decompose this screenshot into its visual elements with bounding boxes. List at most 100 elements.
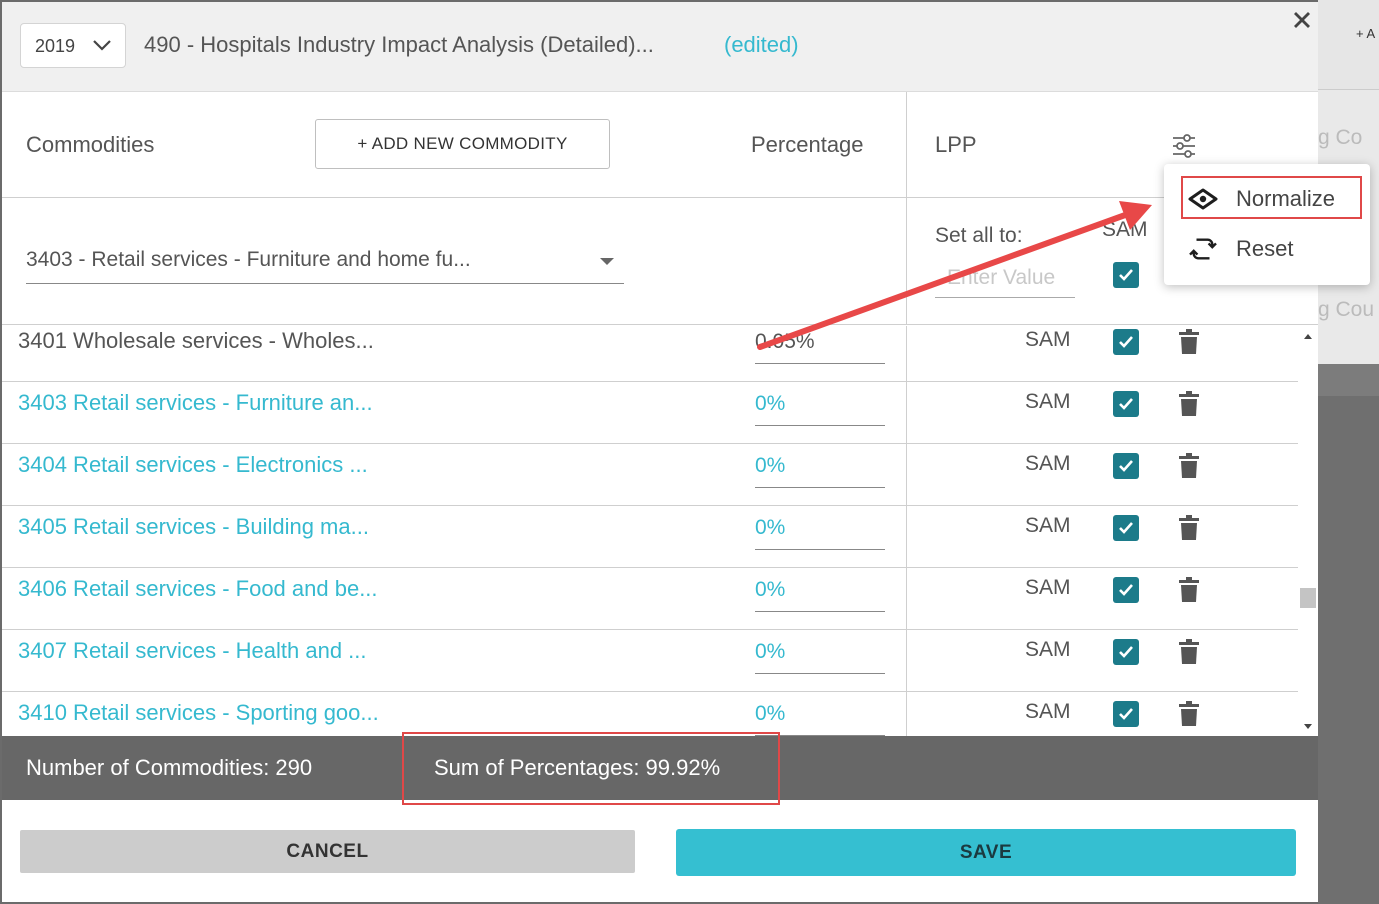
commodity-name[interactable]: 3406 Retail services - Food and be...	[18, 576, 378, 602]
background-add-button: + A	[1356, 26, 1376, 41]
percentage-input[interactable]: 0%	[755, 574, 885, 612]
edited-indicator: (edited)	[724, 32, 799, 57]
background-app: + A g Co g Cou	[1318, 0, 1379, 904]
summary-bar: Number of Commodities: 290 Sum of Percen…	[2, 736, 1318, 800]
filter-sliders-icon[interactable]	[1170, 132, 1198, 160]
menu-item-normalize[interactable]: Normalize	[1164, 174, 1370, 224]
lpp-checkbox[interactable]	[1113, 515, 1139, 541]
column-lpp: LPP	[935, 132, 977, 157]
modal-header: 2019 490 - Hospitals Industry Impact Ana…	[2, 2, 1318, 92]
lpp-value: SAM	[1025, 576, 1071, 599]
trash-icon[interactable]	[1178, 391, 1200, 417]
column-divider	[906, 326, 907, 382]
commodity-count: Number of Commodities: 290	[26, 755, 313, 780]
column-header-row: Commodities + ADD NEW COMMODITY Percenta…	[2, 92, 1318, 198]
caret-down-icon	[600, 258, 614, 265]
background-strip	[1318, 364, 1379, 396]
lpp-checkbox[interactable]	[1113, 329, 1139, 355]
lpp-checkbox[interactable]	[1113, 639, 1139, 665]
commodity-name[interactable]: 3401 Wholesale services - Wholes...	[18, 328, 374, 354]
commodity-name[interactable]: 3403 Retail services - Furniture an...	[18, 390, 373, 416]
commodity-name[interactable]: 3404 Retail services - Electronics ...	[18, 452, 368, 478]
column-percentage: Percentage	[751, 132, 864, 157]
column-commodities: Commodities	[26, 132, 155, 157]
menu-item-reset[interactable]: Reset	[1164, 224, 1370, 274]
commodity-table: 3401 Wholesale services - Wholes... 0.05…	[2, 326, 1298, 736]
modal-title: 490 - Hospitals Industry Impact Analysis…	[144, 32, 654, 57]
commodity-name[interactable]: 3407 Retail services - Health and ...	[18, 638, 367, 664]
lpp-checkbox[interactable]	[1113, 577, 1139, 603]
lpp-options-menu: Normalize Reset	[1164, 164, 1370, 285]
checkbox-checked-icon	[1119, 398, 1133, 410]
sam-select-all-checkbox[interactable]	[1113, 262, 1139, 288]
percentage-input[interactable]: 0%	[755, 388, 885, 426]
lpp-value: SAM	[1025, 700, 1071, 723]
trash-icon[interactable]	[1178, 515, 1200, 541]
set-all-input[interactable]	[935, 258, 1075, 298]
percentage-input[interactable]: 0%	[755, 512, 885, 550]
year-value: 2019	[35, 36, 76, 56]
lpp-value: SAM	[1025, 328, 1071, 351]
year-select[interactable]: 2019	[20, 23, 126, 68]
commodity-name[interactable]: 3410 Retail services - Sporting goo...	[18, 700, 379, 726]
commodity-name[interactable]: 3405 Retail services - Building ma...	[18, 514, 369, 540]
table-row: 3405 Retail services - Building ma... 0%…	[2, 506, 1298, 568]
table-row: 3401 Wholesale services - Wholes... 0.05…	[2, 326, 1298, 382]
column-divider	[906, 506, 907, 568]
column-divider	[906, 630, 907, 692]
percentage-input[interactable]: 0%	[755, 636, 885, 674]
trash-icon[interactable]	[1178, 639, 1200, 665]
lpp-checkbox[interactable]	[1113, 453, 1139, 479]
modal-footer: CANCEL SAVE	[2, 800, 1318, 902]
background-text: g Cou	[1318, 298, 1375, 321]
lpp-value: SAM	[1025, 390, 1071, 413]
column-divider	[906, 444, 907, 506]
table-scrollbar[interactable]	[1298, 326, 1318, 736]
checkbox-checked-icon	[1119, 708, 1133, 720]
lpp-value: SAM	[1025, 514, 1071, 537]
background-toolbar: + A	[1318, 0, 1379, 90]
trash-icon[interactable]	[1178, 701, 1200, 727]
column-divider	[906, 382, 907, 444]
scroll-up-arrow-icon[interactable]	[1304, 334, 1312, 339]
trash-icon[interactable]	[1178, 329, 1200, 355]
menu-item-label: Reset	[1236, 236, 1294, 261]
commodity-dropdown[interactable]: 3403 - Retail services - Furniture and h…	[26, 236, 624, 284]
percentage-input[interactable]: 0%	[755, 698, 885, 736]
lpp-value: SAM	[1025, 638, 1071, 661]
cancel-button[interactable]: CANCEL	[20, 830, 635, 873]
set-all-label: Set all to:	[935, 224, 1023, 247]
lpp-checkbox[interactable]	[1113, 391, 1139, 417]
column-divider	[906, 568, 907, 630]
lpp-value: SAM	[1025, 452, 1071, 475]
percentage-input[interactable]: 0%	[755, 450, 885, 488]
column-divider	[906, 198, 907, 325]
reset-icon	[1189, 238, 1217, 260]
sam-header: SAM	[1102, 218, 1148, 241]
checkbox-checked-icon	[1119, 584, 1133, 596]
menu-item-label: Normalize	[1236, 186, 1336, 211]
commodity-modal: 2019 490 - Hospitals Industry Impact Ana…	[2, 2, 1318, 902]
close-icon[interactable]	[1290, 8, 1314, 32]
commodity-dropdown-value: 3403 - Retail services - Furniture and h…	[26, 248, 471, 271]
add-commodity-button[interactable]: + ADD NEW COMMODITY	[315, 119, 610, 169]
trash-icon[interactable]	[1178, 577, 1200, 603]
save-button[interactable]: SAVE	[676, 829, 1296, 876]
percentage-input[interactable]: 0.05%	[755, 326, 885, 364]
percentage-sum: Sum of Percentages: 99.92%	[434, 755, 721, 780]
checkbox-checked-icon	[1119, 646, 1133, 658]
table-row: 3407 Retail services - Health and ... 0%…	[2, 630, 1298, 692]
chevron-down-icon	[93, 40, 111, 51]
trash-icon[interactable]	[1178, 453, 1200, 479]
checkbox-checked-icon	[1119, 522, 1133, 534]
filter-row: 3403 - Retail services - Furniture and h…	[2, 198, 1318, 325]
scroll-down-arrow-icon[interactable]	[1304, 724, 1312, 729]
eye-icon	[1188, 188, 1218, 210]
checkbox-checked-icon	[1119, 336, 1133, 348]
column-divider	[906, 692, 907, 736]
column-divider	[906, 92, 907, 198]
scroll-thumb[interactable]	[1300, 588, 1316, 608]
lpp-checkbox[interactable]	[1113, 701, 1139, 727]
table-row: 3403 Retail services - Furniture an... 0…	[2, 382, 1298, 444]
table-row: 3406 Retail services - Food and be... 0%…	[2, 568, 1298, 630]
